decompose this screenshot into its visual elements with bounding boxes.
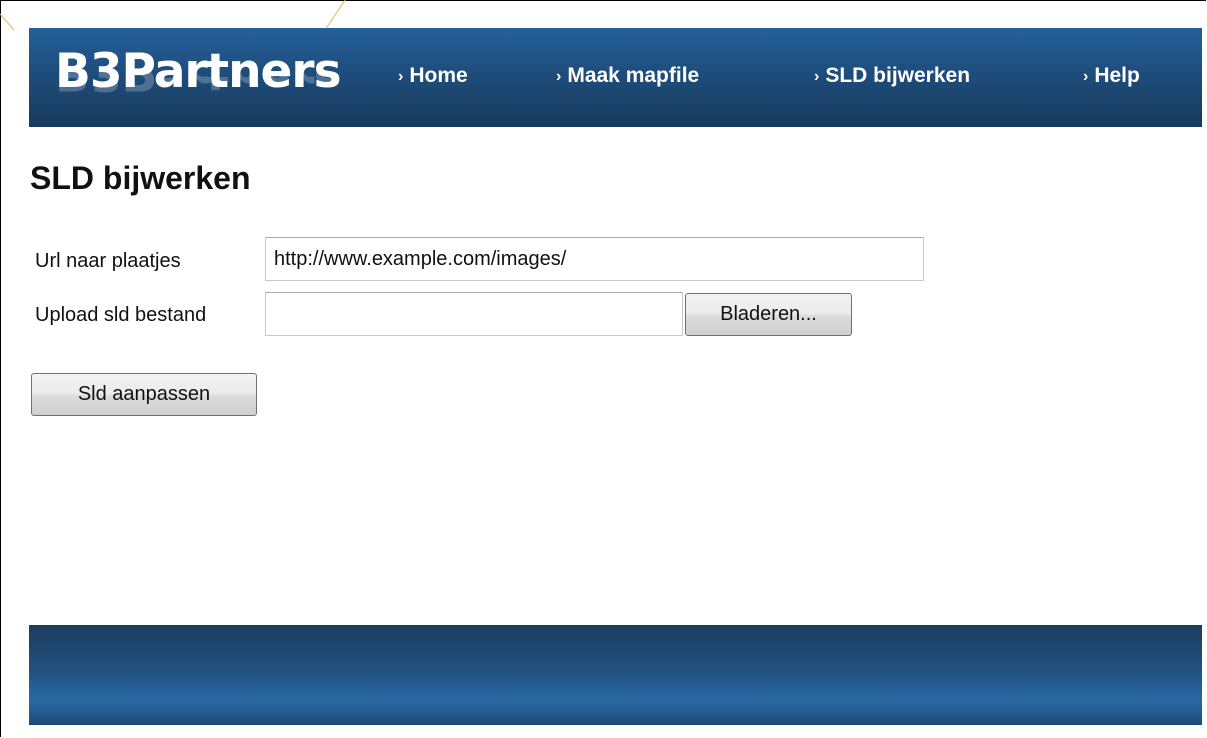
url-label: Url naar plaatjes: [35, 250, 181, 272]
site-footer: [29, 625, 1202, 725]
chevron-right-icon: ›: [1083, 68, 1089, 85]
nav-maak-mapfile[interactable]: › Maak mapfile: [556, 64, 699, 88]
page-title: SLD bijwerken: [30, 160, 251, 196]
nav-home[interactable]: › Home: [398, 64, 468, 88]
logo[interactable]: B3Partners B3Partners: [55, 44, 342, 124]
chevron-right-icon: ›: [814, 68, 820, 85]
site-header: B3Partners B3Partners › Home › Maak mapfil…: [29, 28, 1202, 127]
chevron-right-icon: ›: [556, 68, 562, 85]
submit-button[interactable]: Sld aanpassen: [31, 373, 257, 416]
nav-label: Help: [1094, 64, 1140, 87]
url-input[interactable]: [265, 237, 924, 281]
upload-label: Upload sld bestand: [35, 304, 207, 326]
upload-file-input[interactable]: [265, 292, 683, 336]
nav-label: Maak mapfile: [567, 64, 700, 87]
nav-label: SLD bijwerken: [825, 64, 971, 87]
nav-label: Home: [409, 64, 468, 87]
nav-sld-bijwerken[interactable]: › SLD bijwerken: [814, 64, 970, 88]
logo-reflection: B3Partners: [55, 72, 341, 100]
nav-help[interactable]: › Help: [1083, 64, 1140, 88]
chevron-right-icon: ›: [398, 68, 404, 85]
browse-button[interactable]: Bladeren...: [685, 293, 852, 336]
